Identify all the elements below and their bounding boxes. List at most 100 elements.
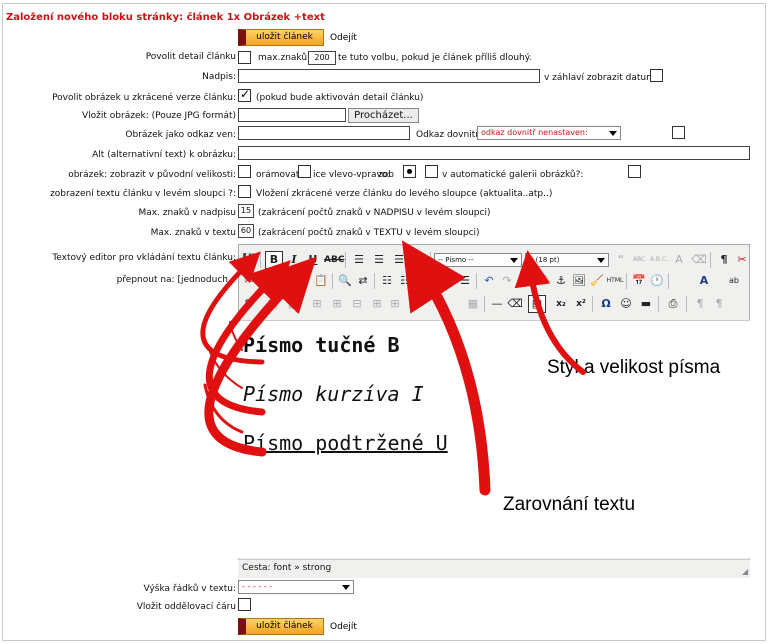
alt-input[interactable] (238, 146, 750, 160)
delete-row-icon[interactable]: ⊟ (348, 295, 366, 313)
indent-icon[interactable]: ⇥ (438, 272, 456, 290)
date-checkbox[interactable] (650, 69, 663, 82)
maxchars-input[interactable]: 200 (308, 51, 336, 65)
toolbar-separator (374, 273, 375, 289)
special-char-icon[interactable]: Ω (597, 295, 615, 313)
abc-icon[interactable]: ABC (630, 251, 648, 269)
paste-text-icon[interactable]: 📋 (294, 272, 312, 290)
frame-checkbox[interactable] (298, 165, 311, 178)
row-after-icon[interactable]: ⊞ (328, 295, 346, 313)
switch-label[interactable]: přepnout na: [jednoduch (117, 275, 228, 285)
table-props-icon[interactable]: ▦ (264, 295, 282, 313)
image-file-input[interactable] (238, 108, 346, 122)
font-size-select[interactable]: 5 (18 pt) (525, 253, 609, 267)
save-button-top[interactable]: uložit článek (238, 29, 324, 46)
short-image-checkbox[interactable] (238, 87, 251, 102)
col-after-icon[interactable]: ⊞ (386, 295, 404, 313)
cleanup-icon[interactable]: ✂ (733, 251, 751, 269)
remove-format-icon[interactable]: A (670, 251, 688, 269)
forecolor-icon[interactable]: A (695, 272, 713, 290)
align-left-icon[interactable]: ☰ (350, 251, 368, 269)
unlink-icon[interactable]: ⛓ (534, 272, 552, 290)
undo-icon[interactable]: ↶ (480, 272, 498, 290)
left-col-checkbox[interactable] (238, 185, 251, 198)
superscript-icon[interactable]: x² (572, 295, 590, 313)
font-family-select[interactable]: -- Písmo -- (434, 253, 522, 267)
sample-italic-text: Písmo kurzíva I (243, 382, 424, 406)
cell-props-icon[interactable]: ▦ (284, 295, 302, 313)
anchor-icon[interactable]: ⚓ (552, 272, 570, 290)
align-right-radio[interactable] (425, 165, 438, 178)
align-justify-icon[interactable]: ☰ (410, 251, 428, 269)
rtl-icon[interactable]: ¶ (710, 295, 728, 313)
italic-button[interactable]: I (285, 251, 303, 269)
print-icon[interactable]: ⎙ (664, 295, 682, 313)
cancel-link-top[interactable]: Odejít (330, 33, 357, 43)
emoticon-icon[interactable]: ☺ (617, 295, 635, 313)
link-icon[interactable]: 🔗 (516, 272, 534, 290)
align-right-icon[interactable]: ☰ (390, 251, 408, 269)
insert-time-icon[interactable]: 🕐 (648, 272, 666, 290)
save-icon[interactable]: 💾 (240, 251, 258, 269)
browse-button[interactable]: Procházet... (348, 108, 419, 123)
col-before-icon[interactable]: ⊞ (368, 295, 386, 313)
backcolor-icon[interactable]: ab (725, 272, 743, 290)
ltr-icon[interactable]: ¶ (691, 295, 709, 313)
cancel-link-bottom[interactable]: Odejít (330, 622, 357, 632)
toolbar-separator (668, 273, 669, 289)
gallery-checkbox[interactable] (628, 165, 641, 178)
orig-size-checkbox[interactable] (238, 165, 251, 178)
horizontal-rule-icon[interactable]: — (488, 295, 506, 313)
editor-status-path: Cesta: font » strong (238, 559, 750, 578)
find-icon[interactable]: 🔍 (336, 272, 354, 290)
image-link-label: Obrázek jako odkaz ven: (125, 130, 236, 140)
inner-link-select[interactable]: odkaz dovnitř nenastaven: (477, 126, 621, 140)
outdent-icon[interactable]: ⇤ (420, 272, 438, 290)
toolbar-separator (332, 273, 333, 289)
insert-date-icon[interactable]: 📅 (630, 272, 648, 290)
copy-icon[interactable]: ❐ (258, 272, 276, 290)
toolbar-separator (345, 252, 346, 268)
paste-icon[interactable]: 📋 (276, 272, 294, 290)
numbered-list-icon[interactable]: ☷ (396, 272, 414, 290)
blockquote-icon[interactable]: ☰ (456, 272, 474, 290)
maxchars-label: max.znaků: (258, 53, 311, 63)
abc-dots-icon[interactable]: A.B.C. (650, 251, 668, 269)
divider-checkbox[interactable] (238, 598, 251, 611)
max-heading-hint: (zakrácení počtů znaků v NADPISU v levém… (258, 208, 491, 218)
replace-icon[interactable]: ⇄ (354, 272, 372, 290)
quote-icon[interactable]: “ (612, 251, 630, 269)
heading-input[interactable] (238, 69, 540, 83)
detail-checkbox[interactable] (238, 51, 251, 64)
resize-handle-icon[interactable]: ◢ (742, 567, 748, 576)
merge-cells-icon[interactable]: ▦ (464, 295, 482, 313)
cleanup-brush-icon[interactable]: 🧹 (588, 272, 606, 290)
image-icon[interactable]: 🖼 (570, 272, 588, 290)
remove-format-eraser-icon[interactable]: ⌫ (506, 295, 524, 313)
edit-icon[interactable]: ✎ (240, 295, 258, 313)
align-left-radio[interactable] (403, 165, 416, 178)
pilcrow-icon[interactable]: ¶ (715, 251, 733, 269)
image-link-input[interactable] (238, 126, 410, 140)
max-heading-input[interactable]: 15 (238, 204, 254, 218)
row-height-select[interactable]: - - - - - - (238, 580, 354, 594)
max-text-input[interactable]: 60 (238, 224, 254, 238)
editor-label: Textový editor pro vkládání textu článku… (52, 253, 236, 263)
row-before-icon[interactable]: ⊞ (308, 295, 326, 313)
html-icon[interactable]: HTML (606, 272, 624, 290)
redo-icon[interactable]: ↷ (498, 272, 516, 290)
align-center-icon[interactable]: ☰ (370, 251, 388, 269)
save-button-bottom[interactable]: uložit článek (238, 618, 324, 635)
paste-word-icon[interactable]: 📋 (312, 272, 330, 290)
bullet-list-icon[interactable]: ☷ (378, 272, 396, 290)
toolbar-separator (592, 296, 593, 312)
bold-button[interactable]: B (265, 251, 283, 269)
underline-button[interactable]: U (304, 251, 322, 269)
clean-icon[interactable]: ⌫ (690, 251, 708, 269)
inner-link-checkbox[interactable] (672, 126, 685, 139)
strikethrough-button[interactable]: ABC (324, 251, 344, 269)
subscript-icon[interactable]: x₂ (552, 295, 570, 313)
visual-aid-icon[interactable]: ▤ (528, 295, 546, 313)
cut-icon[interactable]: ✂ (240, 272, 258, 290)
media-icon[interactable]: ▬ (637, 295, 655, 313)
